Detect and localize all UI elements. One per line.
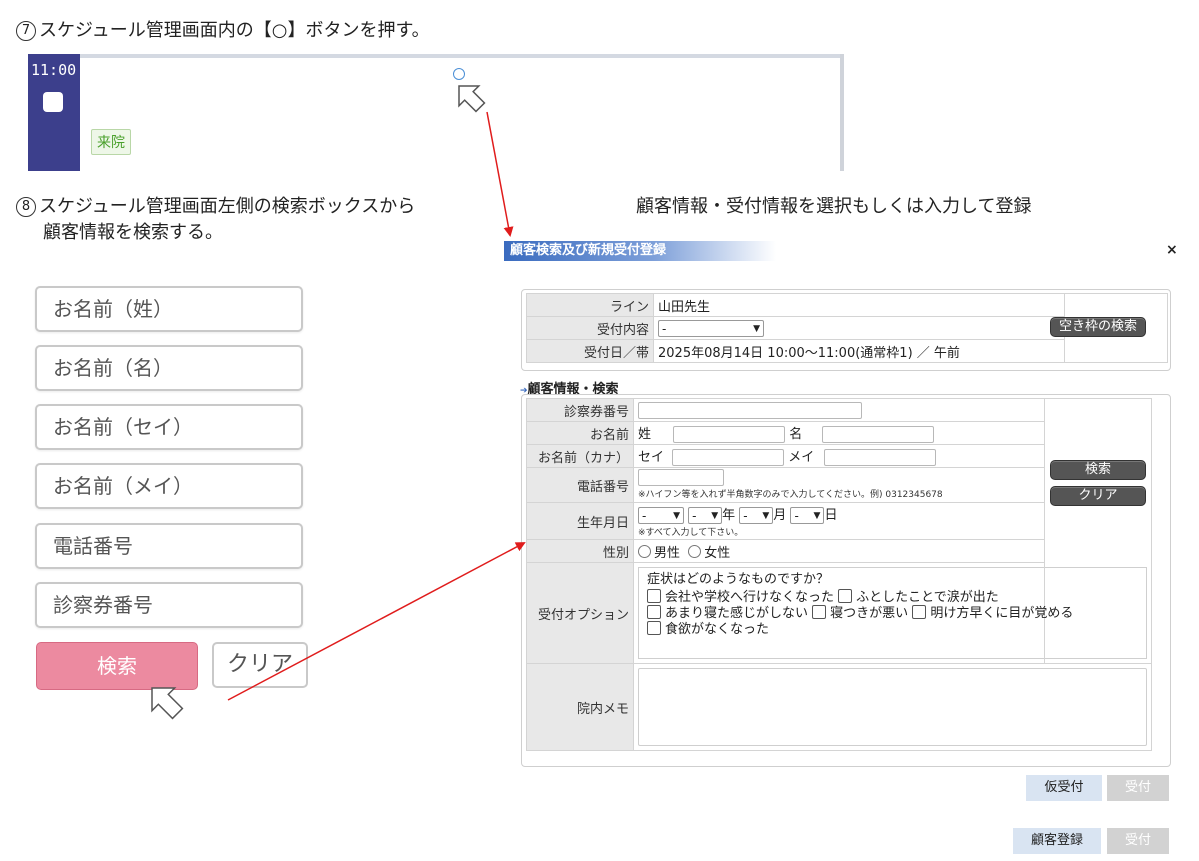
arrow-to-modal [486,111,514,237]
cursor-pointer-icon-2 [151,687,184,720]
annotation-overlay [151,85,526,720]
cursor-pointer-icon [458,85,486,113]
arrow-to-customer-form [227,542,526,701]
